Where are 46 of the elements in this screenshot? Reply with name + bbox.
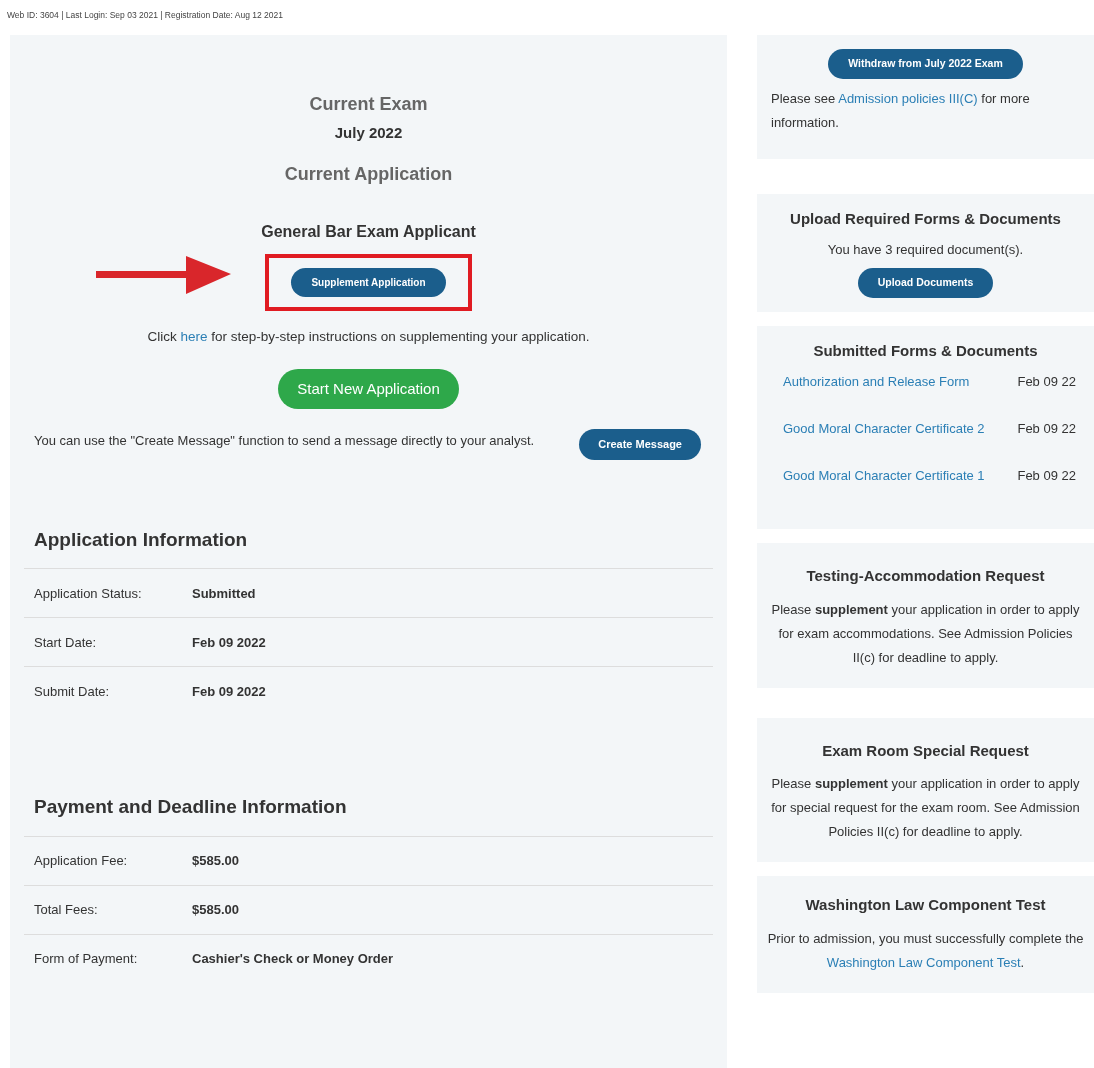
- account-info: Web ID: 3604 | Last Login: Sep 03 2021 | Registration Date: Aug 12 2021: [6, 9, 284, 22]
- card-title: Testing-Accommodation Request: [805, 566, 1046, 586]
- document-link[interactable]: Good Moral Character Certificate 2: [783, 419, 985, 462]
- withdraw-button[interactable]: Withdraw from July 2022 Exam: [828, 49, 1023, 79]
- section-title: Application Information: [34, 527, 249, 552]
- field-label: Submit Date:: [34, 682, 111, 701]
- link[interactable]: Washington Law Component Test: [826, 954, 1021, 970]
- create-message-button[interactable]: Create Message: [579, 429, 701, 460]
- start-application-button[interactable]: Start New Application: [278, 368, 459, 410]
- link[interactable]: here: [180, 328, 208, 344]
- arrow-icon: [96, 255, 231, 296]
- card-text: Please supplement your application in order to apply for exam accommodations. See Admission Policies II(c) for deadline to apply.: [770, 600, 1081, 667]
- card-title: Exam Room Special Request: [821, 740, 1030, 761]
- field-label: Form of Payment:: [34, 950, 139, 968]
- field-label: Total Fees:: [34, 901, 99, 919]
- instructions-text: Click here for step-by-step instructions on supplementing your application.: [146, 327, 591, 346]
- field-label: Application Fee:: [34, 852, 129, 870]
- document-link[interactable]: Authorization and Release Form: [783, 372, 970, 415]
- card-text: You have 3 required document(s).: [826, 241, 1025, 260]
- exam-term: July 2022: [334, 124, 403, 141]
- message-instructions: You can use the "Create Message" function to send a message directly to your analyst.: [34, 432, 536, 451]
- field-value: Feb 09 2022: [192, 682, 266, 701]
- field-value: Cashier's Check or Money Order: [192, 950, 394, 968]
- document-link[interactable]: Good Moral Character Certificate 1: [783, 466, 985, 509]
- card-title: Upload Required Forms & Documents: [789, 208, 1062, 229]
- link[interactable]: Admission policies III(C): [838, 90, 978, 106]
- card-text: Please supplement your application in order to apply for special request for the exam room. See Admission Policies II(c) for deadline to apply.: [770, 775, 1081, 841]
- field-value: $585.00: [192, 852, 239, 870]
- field-label: Start Date:: [34, 633, 98, 652]
- supplement-button[interactable]: Supplement Application: [291, 267, 446, 297]
- applicant-type: General Bar Exam Applicant: [261, 222, 476, 240]
- section-title: Payment and Deadline Information: [34, 795, 348, 820]
- upload-button[interactable]: Upload Documents: [857, 267, 994, 298]
- document-date: Feb 09 22: [1017, 420, 1076, 438]
- card-title: Submitted Forms & Documents: [812, 340, 1039, 361]
- application-heading: Current Application: [284, 163, 453, 184]
- exam-heading: Current Exam: [309, 94, 428, 114]
- field-label: Application Status:: [34, 584, 143, 603]
- document-date: Feb 09 22: [1017, 467, 1076, 485]
- policy-note: Please see Admission policies III(C) for more information.: [771, 89, 1031, 132]
- document-date: Feb 09 22: [1017, 373, 1076, 391]
- field-value: Feb 09 2022: [192, 633, 266, 652]
- field-value: $585.00: [192, 901, 239, 919]
- field-value: Submitted: [192, 584, 256, 603]
- card-title: Washington Law Component Test: [804, 895, 1047, 915]
- card-text: Prior to admission, you must successfully complete the Washington Law Component Test.: [767, 929, 1084, 972]
